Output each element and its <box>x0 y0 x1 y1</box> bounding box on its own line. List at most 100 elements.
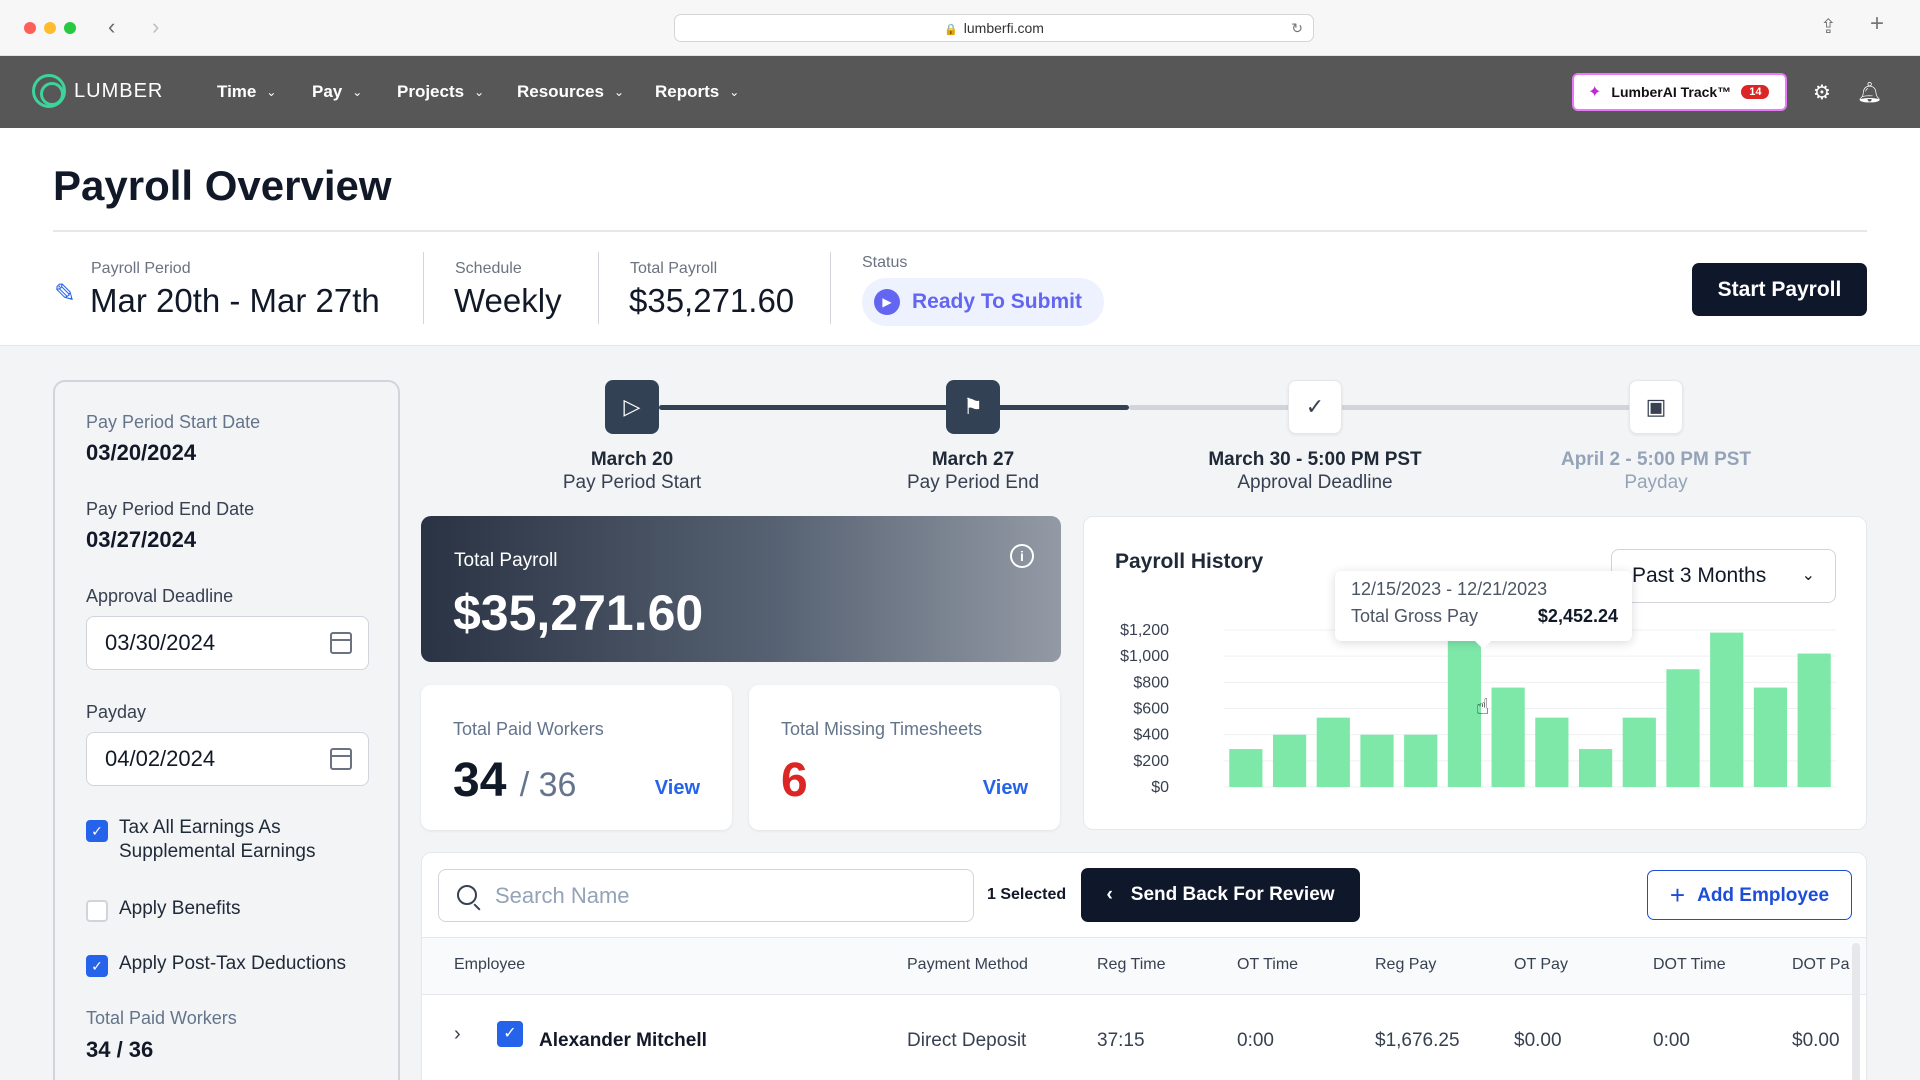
payroll-period-label: Payroll Period <box>91 260 191 277</box>
history-bar[interactable] <box>1578 749 1613 787</box>
sparkle-icon: ✦ <box>1588 84 1602 101</box>
back-icon[interactable]: ‹ <box>108 14 115 40</box>
employee-name[interactable]: Alexander Mitchell <box>539 1030 707 1052</box>
calendar-icon[interactable] <box>330 632 352 654</box>
reg-pay-cell: $1,676.25 <box>1375 1030 1460 1051</box>
lumberai-track-button[interactable]: ✦ LumberAI Track™ 14 <box>1572 73 1787 111</box>
total-payroll-card: Total Payroll $35,271.60 i <box>421 516 1061 662</box>
approval-deadline-field[interactable]: 03/30/2024 <box>86 616 369 670</box>
nav-menu-resources[interactable]: Resources ⌄ <box>517 82 624 102</box>
column-header-payment-method[interactable]: Payment Method <box>907 956 1028 974</box>
gear-icon[interactable]: ⚙ <box>1813 80 1831 105</box>
end-date-value: 03/27/2024 <box>86 527 197 552</box>
history-bar[interactable] <box>1229 749 1263 787</box>
reload-icon[interactable]: ↻ <box>1291 15 1303 41</box>
payday-field[interactable]: 04/02/2024 <box>86 732 369 786</box>
tooltip-value: $2,452.24 <box>1537 606 1618 626</box>
history-bar[interactable] <box>1404 734 1438 787</box>
history-bar[interactable] <box>1272 734 1307 787</box>
column-header-employee[interactable]: Employee <box>454 956 525 974</box>
info-icon[interactable]: i <box>1010 544 1034 568</box>
selected-count: 1 Selected <box>987 886 1067 903</box>
start-payroll-button[interactable]: Start Payroll <box>1692 263 1867 316</box>
hand-cursor-icon: ☝ <box>1476 694 1490 719</box>
lock-icon: 🔒 <box>944 24 958 36</box>
chevron-down-icon: ⌄ <box>266 85 277 99</box>
history-bar[interactable] <box>1753 687 1788 787</box>
notification-count-badge: 14 <box>1741 85 1770 99</box>
send-back-for-review-button[interactable]: ‹ Send Back For Review <box>1081 868 1360 922</box>
post-tax-deductions-checkbox[interactable]: ✓ <box>86 955 108 977</box>
column-header-dot-pay[interactable]: DOT Pa <box>1792 956 1850 974</box>
add-employee-button[interactable]: + Add Employee <box>1647 870 1852 920</box>
ot-time-cell: 0:00 <box>1237 1030 1274 1051</box>
play-icon: ▶ <box>874 289 900 315</box>
row-select-checkbox[interactable]: ✓ <box>497 1021 523 1047</box>
pencil-icon[interactable]: ✎ <box>54 278 76 309</box>
column-header-reg-time[interactable]: Reg Time <box>1097 956 1165 974</box>
ai-button-label: LumberAI Track™ <box>1611 84 1732 100</box>
timeline-label: Pay Period Start <box>562 472 702 493</box>
lumber-logo[interactable]: LUMBER <box>32 74 163 108</box>
forward-icon[interactable]: › <box>152 14 159 40</box>
nav-menu-reports[interactable]: Reports ⌄ <box>655 82 739 102</box>
timeline-date: March 30 - 5:00 PM PST <box>1208 449 1422 470</box>
browser-chrome: ‹ › 🔒 lumberfi.com ↻ ⇪ + <box>0 0 1920 56</box>
dot-pay-cell: $0.00 <box>1792 1030 1840 1051</box>
column-header-ot-time[interactable]: OT Time <box>1237 956 1298 974</box>
maximize-window-icon[interactable] <box>64 22 76 34</box>
y-tick-label: $1,000 <box>1120 648 1169 665</box>
history-bar[interactable] <box>1316 717 1350 787</box>
history-bar[interactable] <box>1666 669 1700 787</box>
history-bar[interactable] <box>1622 717 1656 787</box>
schedule-label: Schedule <box>455 260 522 277</box>
new-tab-icon[interactable]: + <box>1870 10 1884 38</box>
page-title: Payroll Overview <box>53 162 392 209</box>
bell-icon[interactable]: 🔔︎ <box>1857 80 1882 105</box>
approval-deadline-label: Approval Deadline <box>86 586 234 606</box>
chevron-down-icon: ⌄ <box>474 85 485 99</box>
payroll-header: Payroll Overview ✎ Payroll Period Mar 20… <box>0 128 1920 346</box>
paid-workers-value: 34 / 36 <box>453 753 576 808</box>
history-bar[interactable] <box>1535 717 1569 787</box>
missing-timesheets-count: 6 <box>781 754 808 807</box>
chevron-left-icon: ‹ <box>1106 884 1113 905</box>
history-bar[interactable] <box>1710 632 1744 787</box>
y-tick-label: $600 <box>1133 701 1169 718</box>
nav-menu-pay[interactable]: Pay ⌄ <box>312 82 362 102</box>
table-scrollbar[interactable] <box>1852 943 1860 1080</box>
column-header-dot-time[interactable]: DOT Time <box>1653 956 1726 974</box>
close-window-icon[interactable] <box>24 22 36 34</box>
brand-name: LUMBER <box>74 79 164 102</box>
expand-row-icon[interactable]: › <box>454 1023 461 1046</box>
chevron-down-icon: ⌄ <box>352 85 363 99</box>
send-back-label: Send Back For Review <box>1130 884 1335 905</box>
minimize-window-icon[interactable] <box>44 22 56 34</box>
search-name-input[interactable]: Search Name <box>438 869 974 922</box>
payroll-period-value: Mar 20th - Mar 27th <box>90 282 380 319</box>
timeline-progress <box>659 405 1129 410</box>
nav-menu-time[interactable]: Time ⌄ <box>217 82 276 102</box>
calendar-icon[interactable] <box>330 748 352 770</box>
apply-benefits-checkbox[interactable] <box>86 900 108 922</box>
view-missing-timesheets-link[interactable]: View <box>983 777 1028 800</box>
timeline-label: Pay Period End <box>906 472 1040 493</box>
total-paid-workers-label: Total Paid Workers <box>86 1008 237 1028</box>
nav-menu-projects[interactable]: Projects ⌄ <box>397 82 484 102</box>
y-tick-label: $1,200 <box>1120 622 1169 639</box>
history-bar[interactable] <box>1360 734 1394 787</box>
tax-supplemental-checkbox[interactable]: ✓ <box>86 820 108 842</box>
play-icon: ▷ <box>605 380 659 434</box>
history-bar[interactable] <box>1491 687 1525 787</box>
end-date-label: Pay Period End Date <box>86 499 255 519</box>
column-header-ot-pay[interactable]: OT Pay <box>1514 956 1568 974</box>
column-header-reg-pay[interactable]: Reg Pay <box>1375 956 1436 974</box>
payment-method-cell: Direct Deposit <box>907 1030 1027 1051</box>
share-icon[interactable]: ⇪ <box>1820 14 1837 39</box>
total-paid-workers-card: Total Paid Workers 34 / 36 View <box>421 685 732 830</box>
view-paid-workers-link[interactable]: View <box>655 777 700 800</box>
chart-tooltip: 12/15/2023 - 12/21/2023 Total Gross Pay … <box>1335 571 1632 649</box>
nav-menu-label: Time <box>217 82 257 101</box>
address-bar[interactable]: 🔒 lumberfi.com ↻ <box>674 14 1314 42</box>
history-bar[interactable] <box>1797 653 1831 787</box>
